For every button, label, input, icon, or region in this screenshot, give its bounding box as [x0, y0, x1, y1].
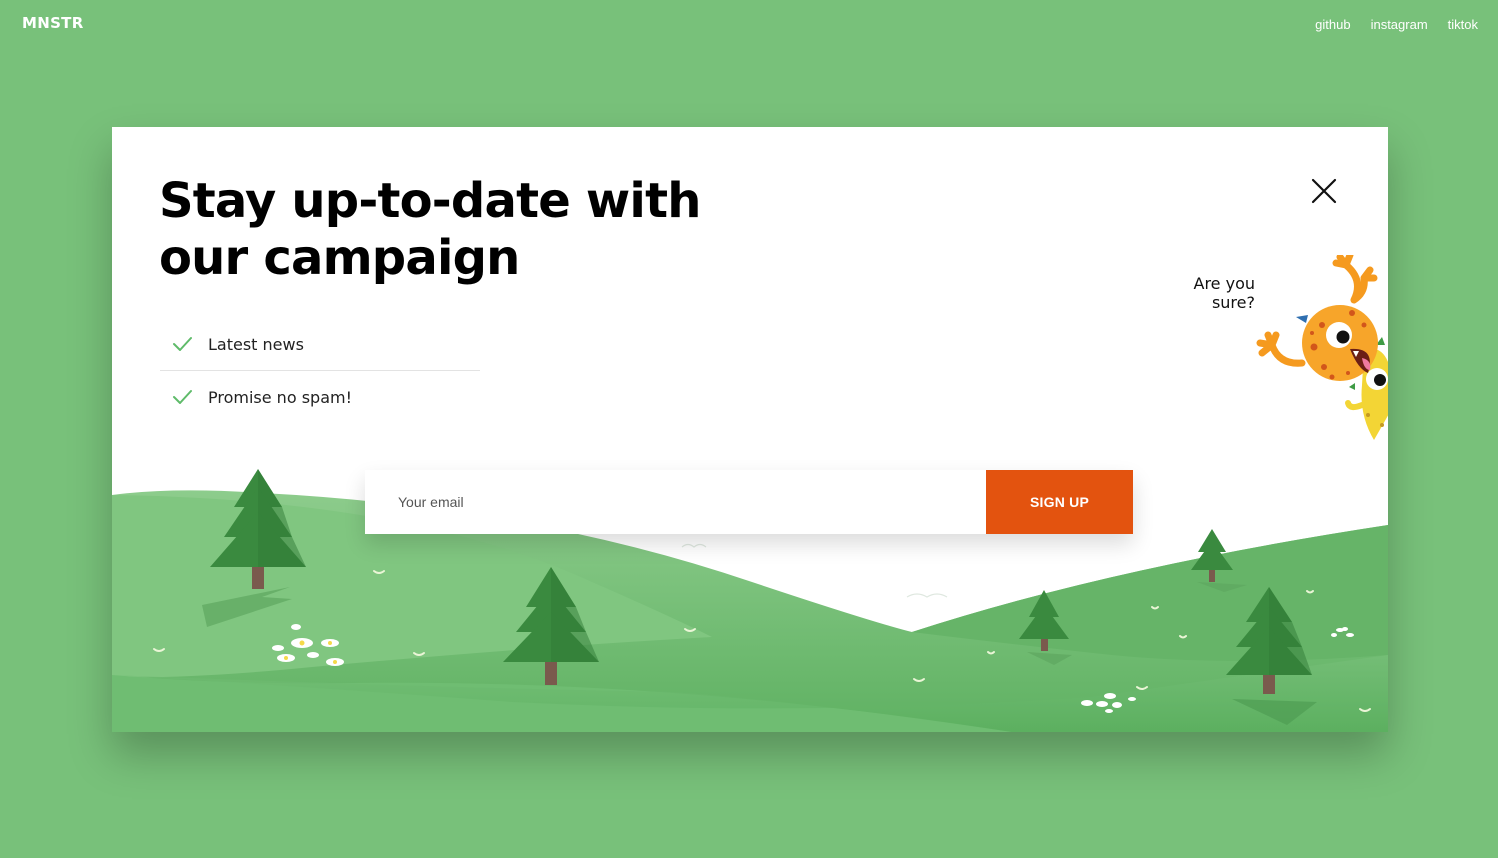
top-nav: github instagram tiktok — [1315, 17, 1478, 32]
email-input[interactable] — [365, 470, 986, 534]
feature-label: Latest news — [208, 334, 304, 354]
feature-item: Latest news — [160, 318, 480, 370]
modal-title-line-1: Stay up-to-date with — [159, 173, 701, 229]
signup-form: SIGN UP — [365, 470, 1133, 534]
feature-list: Latest news Promise no spam! — [160, 318, 480, 423]
check-icon — [172, 334, 192, 354]
nav-link-instagram[interactable]: instagram — [1371, 17, 1428, 32]
modal-title: Stay up-to-date with our campaign — [159, 173, 701, 287]
close-icon[interactable] — [1310, 177, 1338, 205]
nav-link-github[interactable]: github — [1315, 17, 1350, 32]
are-you-sure-text: Are you sure? — [1172, 274, 1256, 312]
brand-logo[interactable]: MNSTR — [22, 14, 84, 32]
modal-title-line-2: our campaign — [159, 230, 520, 286]
nav-link-tiktok[interactable]: tiktok — [1448, 17, 1478, 32]
signup-button[interactable]: SIGN UP — [986, 470, 1133, 534]
check-icon — [172, 387, 192, 407]
feature-item: Promise no spam! — [160, 370, 480, 423]
monster-illustration — [1256, 255, 1388, 440]
signup-modal: Stay up-to-date with our campaign Latest … — [112, 127, 1388, 732]
feature-label: Promise no spam! — [208, 387, 352, 407]
